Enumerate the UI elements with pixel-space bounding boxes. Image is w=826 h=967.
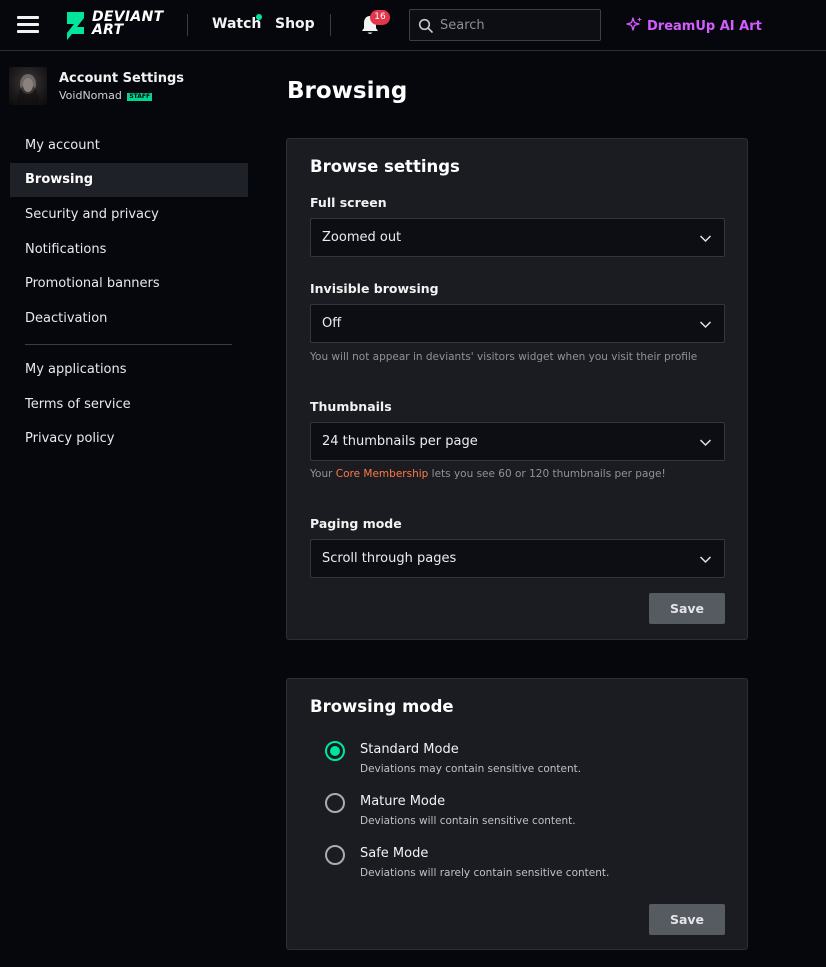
sidebar-item-browsing[interactable]: Browsing <box>10 163 248 197</box>
invisible-browsing-help: You will not appear in deviants' visitor… <box>310 351 698 363</box>
username-text: VoidNomad <box>59 89 122 102</box>
mature-mode-label[interactable]: Mature Mode <box>360 794 445 809</box>
search-icon <box>418 18 433 33</box>
logo-wordmark: DEVIANT ART <box>92 9 164 38</box>
sidebar-item-my-account[interactable]: My account <box>10 129 248 163</box>
dreamup-label: DreamUp AI Art <box>647 19 762 34</box>
invisible-browsing-value: Off <box>322 316 342 331</box>
full-screen-select[interactable]: Zoomed out <box>310 218 725 257</box>
mature-mode-description: Deviations will contain sensitive conten… <box>360 815 576 827</box>
hamburger-menu-icon[interactable] <box>17 15 39 35</box>
account-settings-title: Account Settings <box>59 71 185 86</box>
chevron-down-icon <box>699 439 712 447</box>
sidebar-divider <box>25 344 232 345</box>
sidebar-item-deactivation[interactable]: Deactivation <box>10 302 248 336</box>
standard-mode-label[interactable]: Standard Mode <box>360 742 459 757</box>
sidebar-item-promotional-banners[interactable]: Promotional banners <box>10 267 248 301</box>
chevron-down-icon <box>699 321 712 329</box>
browse-settings-title: Browse settings <box>310 157 460 176</box>
browsing-mode-card: Browsing mode Standard Mode Deviations m… <box>286 678 748 950</box>
sidebar-item-privacy-policy[interactable]: Privacy policy <box>10 422 248 456</box>
sidebar-item-notifications[interactable]: Notifications <box>10 233 248 267</box>
thumbnails-value: 24 thumbnails per page <box>322 434 478 449</box>
invisible-browsing-label: Invisible browsing <box>310 281 439 296</box>
safe-mode-radio[interactable] <box>325 845 345 865</box>
page-title: Browsing <box>287 78 408 104</box>
browsing-mode-title: Browsing mode <box>310 697 454 716</box>
deviantart-logo-icon <box>67 12 84 40</box>
core-membership-link[interactable]: Core Membership <box>336 468 429 480</box>
sparkle-icon <box>626 17 642 31</box>
search-input[interactable] <box>440 10 596 40</box>
thumbnails-help: Your Core Membership lets you see 60 or … <box>310 468 666 480</box>
thumbnails-help-suffix: lets you see 60 or 120 thumbnails per pa… <box>428 468 666 480</box>
standard-mode-description: Deviations may contain sensitive content… <box>360 763 582 775</box>
sidebar-item-terms-of-service[interactable]: Terms of service <box>10 388 248 422</box>
thumbnails-help-prefix: Your <box>310 468 336 480</box>
safe-mode-label[interactable]: Safe Mode <box>360 846 428 861</box>
shop-link[interactable]: Shop <box>275 16 315 32</box>
search-box[interactable] <box>409 9 601 41</box>
deviantart-logo[interactable]: DEVIANT ART <box>64 9 168 41</box>
mature-mode-radio[interactable] <box>325 793 345 813</box>
chevron-down-icon <box>699 235 712 243</box>
invisible-browsing-select[interactable]: Off <box>310 304 725 343</box>
notification-count-badge: 16 <box>370 10 390 25</box>
paging-mode-label: Paging mode <box>310 516 402 531</box>
sidebar-item-my-applications[interactable]: My applications <box>10 353 248 387</box>
full-screen-label: Full screen <box>310 195 387 210</box>
browsing-mode-save-button[interactable]: Save <box>649 904 725 935</box>
browse-settings-card: Browse settings Full screen Zoomed out I… <box>286 138 748 640</box>
safe-mode-description: Deviations will rarely contain sensitive… <box>360 867 610 879</box>
full-screen-value: Zoomed out <box>322 230 402 245</box>
paging-mode-value: Scroll through pages <box>322 551 457 566</box>
watch-new-indicator <box>256 14 262 20</box>
dreamup-ai-art-link[interactable]: DreamUp AI Art <box>626 16 762 34</box>
avatar-portrait-icon <box>17 74 39 105</box>
divider <box>187 14 188 36</box>
divider <box>330 14 331 36</box>
avatar[interactable] <box>9 67 47 105</box>
username[interactable]: VoidNomad STAFF <box>59 89 153 102</box>
thumbnails-label: Thumbnails <box>310 399 392 414</box>
staff-badge: STAFF <box>127 93 153 101</box>
browse-settings-save-button[interactable]: Save <box>649 593 725 624</box>
watch-link[interactable]: Watch <box>212 16 261 32</box>
standard-mode-radio[interactable] <box>325 741 345 761</box>
sidebar-item-security-and-privacy[interactable]: Security and privacy <box>10 198 248 232</box>
paging-mode-select[interactable]: Scroll through pages <box>310 539 725 578</box>
thumbnails-select[interactable]: 24 thumbnails per page <box>310 422 725 461</box>
top-navigation-bar: DEVIANT ART Watch Shop 16 DreamUp AI Art <box>0 0 826 51</box>
chevron-down-icon <box>699 556 712 564</box>
